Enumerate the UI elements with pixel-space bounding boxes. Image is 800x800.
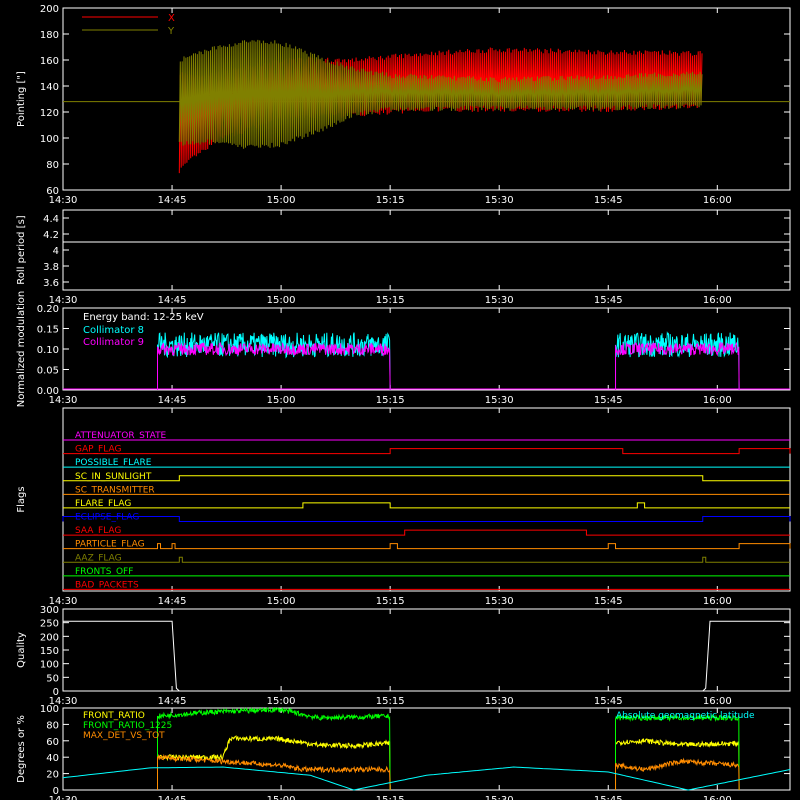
pointing-xtick-label-5: 15:45: [594, 195, 623, 206]
pointing-ytick-label-1: 80: [46, 160, 59, 171]
modulation-xtick-label-4: 15:30: [485, 395, 514, 406]
quality-ytick-label-4: 200: [40, 632, 59, 643]
ratios-xtick-label-2: 15:00: [267, 795, 296, 800]
modulation-xtick-label-2: 15:00: [267, 395, 296, 406]
pointing-xtick-label-3: 15:15: [376, 195, 405, 206]
ratios-legend-label-2: MAX_DET_VS_TOT: [83, 731, 165, 741]
roll-ytick-label-4: 4.4: [43, 214, 59, 225]
ratios-legend-label-0: FRONT_RATIO: [83, 711, 145, 721]
pointing-ytick-label-7: 200: [40, 4, 59, 15]
pointing-ytick-label-0: 60: [46, 186, 59, 197]
roll-xtick-label-1: 14:45: [158, 295, 187, 306]
modulation-ytick-label-3: 0.15: [37, 325, 59, 336]
ratios-xtick-label-5: 15:45: [594, 795, 623, 800]
pointing-xtick-label-1: 14:45: [158, 195, 187, 206]
quality-ytick-label-5: 250: [40, 619, 59, 630]
quality-ytick-label-2: 100: [40, 660, 59, 671]
pointing-legend-label-1: Y: [167, 26, 175, 37]
pointing-ytick-label-2: 100: [40, 134, 59, 145]
pointing-ytick-label-3: 120: [40, 108, 59, 119]
modulation-ylabel: Normalized modulation: [16, 291, 27, 408]
ratios-xtick-label-4: 15:30: [485, 795, 514, 800]
pointing-ylabel: Pointing ["]: [16, 71, 27, 127]
pointing-xtick-label-4: 15:30: [485, 195, 514, 206]
ratios-ytick-label-5: 100: [40, 704, 59, 715]
ratios-legend-label-1: FRONT_RATIO_1225: [83, 721, 172, 731]
quality-ylabel: Quality: [16, 632, 27, 668]
roll-ylabel: Roll period [s]: [16, 215, 27, 284]
modulation-ytick-label-2: 0.10: [37, 345, 59, 356]
roll-xtick-label-5: 15:45: [594, 295, 623, 306]
ratios-ylabel: Degrees or %: [16, 715, 27, 783]
modulation-ytick-label-0: 0.00: [37, 386, 59, 397]
quality-xtick-label-2: 15:00: [267, 696, 296, 707]
quality-xtick-label-5: 15:45: [594, 696, 623, 707]
roll-ytick-label-1: 3.8: [43, 262, 59, 273]
flag-label-6: ECLIPSE_FLAG: [75, 513, 139, 523]
modulation-ytick-label-4: 0.20: [37, 304, 59, 315]
figure: 14:30 14:45 15:00 15:15 15:30 15:45 16:0060801…: [0, 0, 800, 800]
quality-ytick-label-0: 0: [53, 687, 59, 698]
pointing-ytick-label-4: 140: [40, 82, 59, 93]
roll-xtick-label-3: 15:15: [376, 295, 405, 306]
quality-ytick-label-6: 300: [40, 605, 59, 616]
pointing-ytick-label-6: 180: [40, 30, 59, 41]
ratios-xtick-label-6: 16:00: [703, 795, 732, 800]
pointing-xtick-label-2: 15:00: [267, 195, 296, 206]
quality-xtick-label-1: 14:45: [158, 696, 187, 707]
quality-xtick-label-3: 15:15: [376, 696, 405, 707]
flags-ylabel: Flags: [16, 486, 27, 512]
roll-ytick-label-0: 3.6: [43, 278, 59, 289]
modulation-annotation: Energy band: 12-25 keV: [83, 312, 204, 323]
quality-ytick-label-3: 150: [40, 646, 59, 657]
modulation-legend-label-1: Collimator 9: [83, 337, 144, 348]
ratios-ytick-label-1: 20: [46, 770, 59, 781]
roll-xtick-label-2: 15:00: [267, 295, 296, 306]
pointing-legend-label-0: X: [168, 13, 175, 24]
pointing-xtick-label-6: 16:00: [703, 195, 732, 206]
ratios-ytick-label-3: 60: [46, 737, 59, 748]
modulation-xtick-label-3: 15:15: [376, 395, 405, 406]
pointing-ytick-label-5: 160: [40, 56, 59, 67]
ratios-xtick-label-1: 14:45: [158, 795, 187, 800]
modulation-legend-label-0: Collimator 8: [83, 325, 144, 336]
modulation-xtick-label-1: 14:45: [158, 395, 187, 406]
quality-ytick-label-1: 50: [46, 673, 59, 684]
roll-ytick-label-2: 4: [53, 246, 59, 257]
roll-xtick-label-6: 16:00: [703, 295, 732, 306]
quality-xtick-label-4: 15:30: [485, 696, 514, 707]
flags-xtick-label-4: 15:30: [485, 596, 514, 607]
ratios-right-legend-label: Absolute geomagnetic latitude: [616, 711, 755, 721]
quality-xtick-label-6: 16:00: [703, 696, 732, 707]
flags-xtick-label-3: 15:15: [376, 596, 405, 607]
modulation-xtick-label-6: 16:00: [703, 395, 732, 406]
ratios-ytick-label-2: 40: [46, 753, 59, 764]
flags-xtick-label-1: 14:45: [158, 596, 187, 607]
ratios-ytick-label-4: 80: [46, 720, 59, 731]
flags-xtick-label-2: 15:00: [267, 596, 296, 607]
modulation-xtick-label-5: 15:45: [594, 395, 623, 406]
flags-xtick-label-6: 16:00: [703, 596, 732, 607]
roll-ytick-label-3: 4.2: [43, 230, 59, 241]
roll-xtick-label-4: 15:30: [485, 295, 514, 306]
flags-xtick-label-5: 15:45: [594, 596, 623, 607]
modulation-ytick-label-1: 0.05: [37, 366, 59, 377]
ratios-ytick-label-0: 0: [53, 786, 59, 797]
ratios-xtick-label-3: 15:15: [376, 795, 405, 800]
